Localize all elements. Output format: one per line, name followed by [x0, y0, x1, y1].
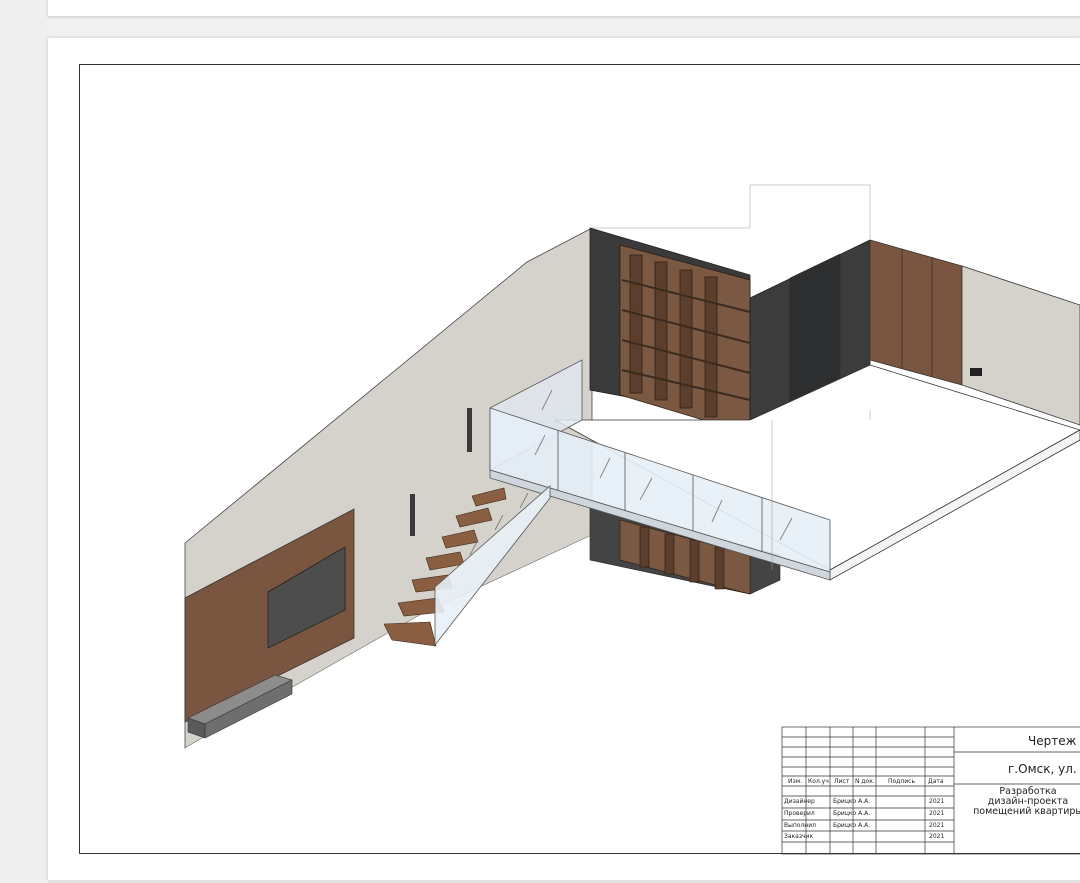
- wall-sconce-upper: [467, 408, 472, 452]
- tb-row-year: 2021: [929, 833, 945, 840]
- tb-header-list: Лист: [834, 778, 850, 785]
- tb-row-name: Брицко А.А.: [833, 810, 871, 817]
- previous-page-edge: [48, 0, 1080, 16]
- project-description: Разработка дизайн-проекта помещений квар…: [968, 787, 1080, 817]
- tb-row-name: Брицко А.А.: [833, 798, 871, 805]
- light-switch: [970, 368, 982, 376]
- tb-row-year: 2021: [929, 798, 945, 805]
- wall-sconce-lower: [410, 494, 415, 536]
- upper-brown-wall: [869, 239, 963, 386]
- tb-header-data: Дата: [928, 778, 944, 785]
- tb-row-role: Дизайнер: [784, 798, 815, 805]
- tb-row-role: Выполнил: [784, 822, 816, 829]
- isometric-interior-drawing: [184, 184, 1080, 855]
- tb-row-name: Брицко А.А.: [833, 822, 871, 829]
- tb-row-year: 2021: [929, 822, 945, 829]
- tb-header-ndok: N док.: [855, 778, 875, 785]
- address: г.Омск, ул. Ш: [1008, 762, 1080, 776]
- document-page: Изм. Кол.уч Лист N док. Подпись Дата Диз…: [48, 38, 1080, 880]
- tb-row-year: 2021: [929, 810, 945, 817]
- left-gutter: [0, 0, 48, 883]
- tb-header-podpis: Подпись: [888, 778, 915, 785]
- tb-header-kol: Кол.уч: [808, 778, 829, 785]
- tb-header-izm: Изм.: [788, 778, 803, 785]
- tb-row-role: Заказчик: [784, 833, 814, 840]
- drawing-title: Чертеж: [1028, 734, 1077, 748]
- tb-row-role: Проверил: [784, 810, 815, 817]
- project-line-3: помещений квартиры: [973, 806, 1080, 817]
